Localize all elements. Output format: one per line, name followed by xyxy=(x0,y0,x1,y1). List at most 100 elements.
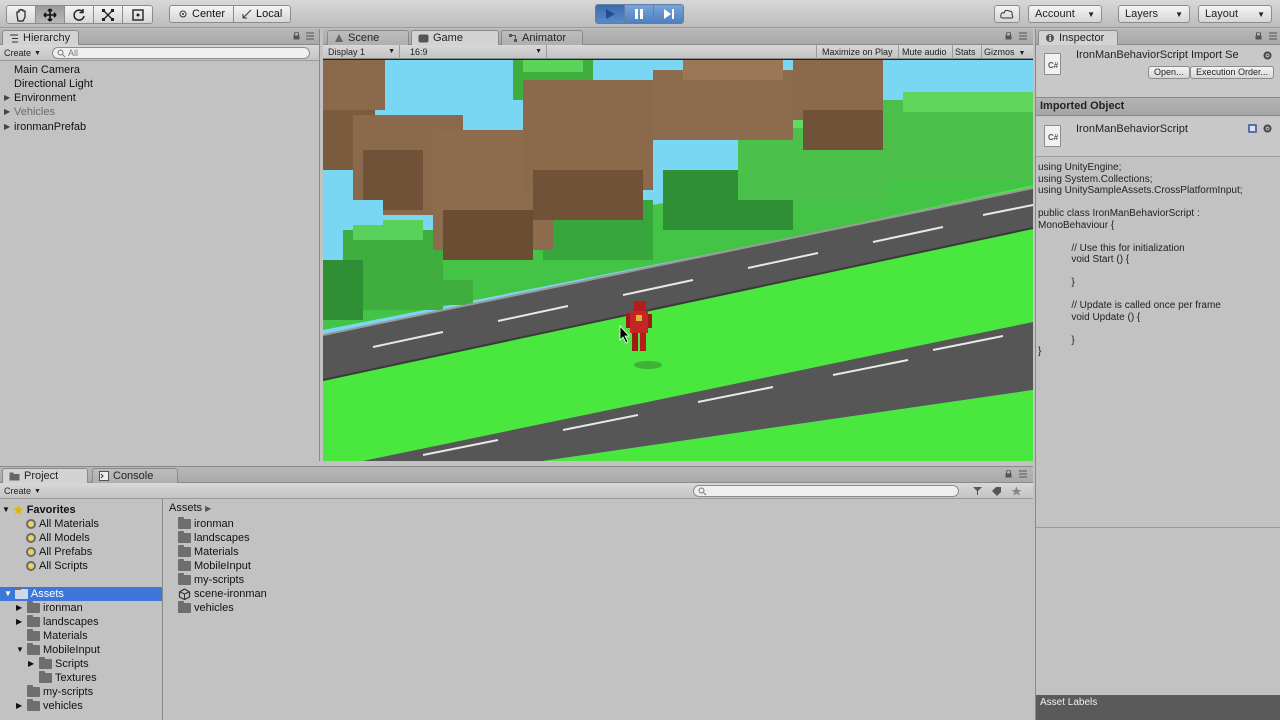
breadcrumb[interactable]: Assets ▶ xyxy=(169,502,211,514)
rotate-tool-button[interactable] xyxy=(65,6,94,23)
expand-arrow-icon[interactable]: ▶ xyxy=(4,105,10,119)
favorites-section[interactable]: ▼ ★ Favorites xyxy=(2,503,76,517)
scale-icon xyxy=(102,8,114,21)
settings-gear-icon[interactable] xyxy=(1262,50,1273,61)
filter-by-type-icon[interactable] xyxy=(972,486,983,496)
panel-menu-icon[interactable] xyxy=(306,32,314,40)
pause-button[interactable] xyxy=(625,5,654,23)
tab-console[interactable]: Console xyxy=(92,468,178,483)
tree-item-mobileinput[interactable]: ▼ MobileInput xyxy=(16,643,100,657)
favorite-all-models[interactable]: All Models xyxy=(26,531,90,545)
pivot-center-button[interactable]: Center xyxy=(170,6,235,22)
tree-item-textures[interactable]: Textures xyxy=(28,671,97,685)
expand-arrow-icon[interactable]: ▶ xyxy=(16,601,24,615)
project-search-input[interactable] xyxy=(693,485,959,497)
pause-icon xyxy=(635,9,643,19)
game-render-viewport[interactable] xyxy=(323,60,1033,461)
tab-project[interactable]: Project xyxy=(2,468,88,483)
tab-game[interactable]: Game xyxy=(411,30,499,45)
tab-hierarchy[interactable]: Hierarchy xyxy=(2,30,80,45)
filter-by-label-icon[interactable] xyxy=(991,486,1002,496)
execution-order-button[interactable]: Execution Order... xyxy=(1190,66,1275,79)
maximize-on-play-toggle[interactable]: Maximize on Play xyxy=(816,45,899,59)
hierarchy-item-directional-light[interactable]: Directional Light xyxy=(14,77,93,91)
pivot-local-button[interactable]: Local xyxy=(234,6,291,22)
hand-tool-button[interactable] xyxy=(7,6,36,23)
scene-icon xyxy=(335,34,343,42)
collapse-arrow-icon[interactable]: ▼ xyxy=(2,503,10,517)
asset-labels-title: Asset Labels xyxy=(1040,697,1098,708)
rect-tool-button[interactable] xyxy=(123,6,152,23)
display-dropdown[interactable]: Display 1 ▼ xyxy=(323,45,400,59)
aspect-dropdown[interactable]: 16:9 ▼ xyxy=(405,45,547,59)
tab-inspector[interactable]: Inspector xyxy=(1038,30,1118,45)
expand-arrow-icon[interactable]: ▶ xyxy=(16,615,24,629)
layers-dropdown[interactable]: Layers ▼ xyxy=(1118,5,1190,23)
favorite-all-materials[interactable]: All Materials xyxy=(26,517,99,531)
mute-audio-toggle[interactable]: Mute audio xyxy=(897,45,953,59)
panel-menu-icon[interactable] xyxy=(1019,32,1027,40)
hierarchy-create-button[interactable]: Create ▼ xyxy=(4,47,41,59)
stats-toggle[interactable]: Stats xyxy=(950,45,982,59)
asset-scene-ironman[interactable]: scene-ironman xyxy=(178,587,267,601)
cloud-button[interactable] xyxy=(994,5,1020,23)
account-dropdown[interactable]: Account ▼ xyxy=(1028,5,1102,23)
pivot-center-icon xyxy=(179,10,187,18)
tree-item-vehicles[interactable]: ▶ vehicles xyxy=(16,699,83,713)
lock-icon[interactable] xyxy=(1255,32,1262,40)
tree-item-scripts[interactable]: ▶ Scripts xyxy=(28,657,89,671)
open-button[interactable]: Open... xyxy=(1148,66,1190,79)
tree-item-label: Textures xyxy=(55,672,97,684)
hierarchy-item-ironman-prefab[interactable]: ▶ ironmanPrefab xyxy=(4,120,86,134)
tree-item-label: Materials xyxy=(43,630,88,642)
expand-arrow-icon[interactable]: ▶ xyxy=(4,91,10,105)
gizmos-dropdown[interactable]: Gizmos ▼ xyxy=(979,45,1030,59)
asset-label: scene-ironman xyxy=(194,588,267,600)
layout-dropdown[interactable]: Layout ▼ xyxy=(1198,5,1272,23)
tree-item-landscapes[interactable]: ▶ landscapes xyxy=(16,615,99,629)
hierarchy-search-input[interactable]: All xyxy=(52,47,310,59)
expand-arrow-icon[interactable]: ▶ xyxy=(4,120,10,134)
tree-item-materials[interactable]: Materials xyxy=(16,629,88,643)
expand-arrow-icon[interactable]: ▶ xyxy=(16,699,24,713)
play-button[interactable] xyxy=(596,5,625,23)
scale-tool-button[interactable] xyxy=(94,6,123,23)
favorite-star-icon[interactable] xyxy=(1011,486,1022,496)
hierarchy-item-vehicles[interactable]: ▶ Vehicles xyxy=(4,105,55,119)
project-create-button[interactable]: Create ▼ xyxy=(4,485,41,497)
tab-animator[interactable]: Animator xyxy=(501,30,583,45)
imported-object-name: IronManBehaviorScript xyxy=(1076,123,1188,135)
saved-search-icon xyxy=(26,533,36,543)
collapse-arrow-icon[interactable]: ▼ xyxy=(4,587,12,601)
help-book-icon[interactable] xyxy=(1247,123,1258,134)
expand-arrow-icon[interactable]: ▶ xyxy=(28,657,36,671)
project-folder-tree: ▼ ★ Favorites All Materials All Models A… xyxy=(0,499,163,720)
panel-menu-icon[interactable] xyxy=(1269,32,1277,40)
move-tool-button[interactable] xyxy=(36,6,65,23)
tab-scene[interactable]: Scene xyxy=(327,30,409,45)
step-icon xyxy=(663,9,674,19)
tree-item-ironman[interactable]: ▶ ironman xyxy=(16,601,83,615)
collapse-arrow-icon[interactable]: ▼ xyxy=(16,643,24,657)
panel-menu-icon[interactable] xyxy=(1019,470,1027,478)
asset-materials[interactable]: Materials xyxy=(178,545,239,559)
asset-my-scripts[interactable]: my-scripts xyxy=(178,573,244,587)
tree-item-my-scripts[interactable]: my-scripts xyxy=(16,685,93,699)
asset-landscapes[interactable]: landscapes xyxy=(178,531,250,545)
lock-icon[interactable] xyxy=(1005,32,1012,40)
hierarchy-item-main-camera[interactable]: Main Camera xyxy=(14,63,80,77)
layers-label: Layers xyxy=(1125,8,1159,20)
folder-icon xyxy=(27,685,40,697)
favorite-all-scripts[interactable]: All Scripts xyxy=(26,559,88,573)
asset-vehicles[interactable]: vehicles xyxy=(178,601,234,615)
rotate-icon xyxy=(73,8,85,21)
settings-gear-icon[interactable] xyxy=(1262,123,1273,134)
tree-item-assets[interactable]: ▼ Assets xyxy=(0,587,162,601)
hierarchy-item-environment[interactable]: ▶ Environment xyxy=(4,91,76,105)
favorite-all-prefabs[interactable]: All Prefabs xyxy=(26,545,92,559)
asset-mobileinput[interactable]: MobileInput xyxy=(178,559,251,573)
lock-icon[interactable] xyxy=(1005,470,1012,478)
lock-icon[interactable] xyxy=(293,32,300,40)
asset-ironman[interactable]: ironman xyxy=(178,517,234,531)
step-button[interactable] xyxy=(654,5,683,23)
